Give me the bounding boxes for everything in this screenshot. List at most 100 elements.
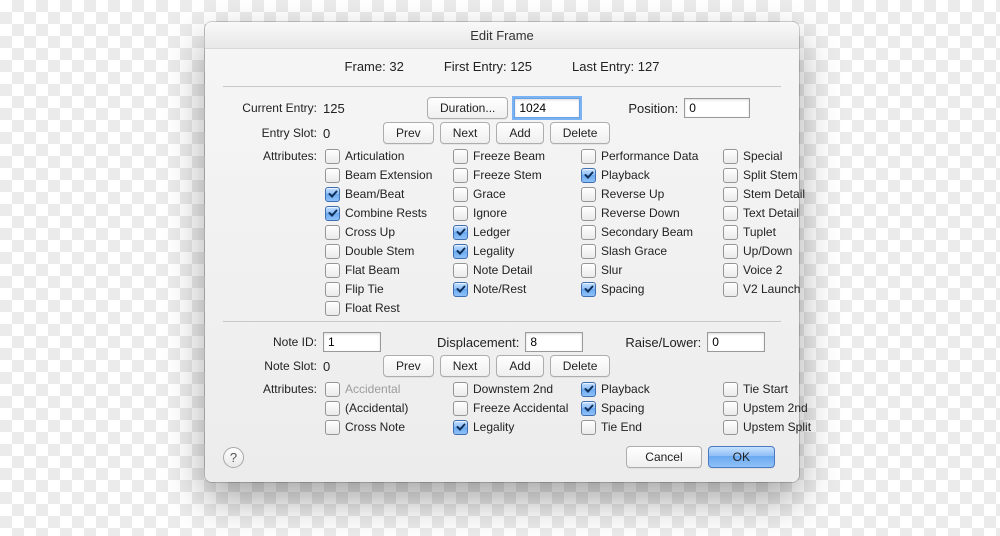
checkbox-label: Slur <box>601 263 622 277</box>
note-delete-button[interactable]: Delete <box>550 355 611 377</box>
checkbox-tie-end[interactable]: Tie End <box>581 418 721 436</box>
checkbox-upstem-split[interactable]: Upstem Split <box>723 418 813 436</box>
entry-add-button[interactable]: Add <box>496 122 543 144</box>
checkbox-upstem-2nd[interactable]: Upstem 2nd <box>723 399 813 417</box>
raise-lower-input[interactable] <box>707 332 765 352</box>
entry-delete-button[interactable]: Delete <box>550 122 611 144</box>
checkbox-label: Legality <box>473 420 514 434</box>
note-prev-button[interactable]: Prev <box>383 355 434 377</box>
checkbox-label: Flat Beam <box>345 263 400 277</box>
checkbox-label: Grace <box>473 187 506 201</box>
checkbox-split-stem[interactable]: Split Stem <box>723 166 813 184</box>
note-add-button[interactable]: Add <box>496 355 543 377</box>
ok-button[interactable]: OK <box>708 446 775 468</box>
checkbox-label: Up/Down <box>743 244 792 258</box>
checkbox-box <box>581 225 596 240</box>
entry-attributes-label: Attributes: <box>223 149 323 163</box>
checkbox-text-detail[interactable]: Text Detail <box>723 204 813 222</box>
checkbox-ignore[interactable]: Ignore <box>453 204 579 222</box>
checkbox-label: Stem Detail <box>743 187 805 201</box>
checkbox-beam-extension[interactable]: Beam Extension <box>325 166 451 184</box>
checkbox-label: Accidental <box>345 382 400 396</box>
cancel-button[interactable]: Cancel <box>626 446 701 468</box>
checkbox-stem-detail[interactable]: Stem Detail <box>723 185 813 203</box>
entry-next-button[interactable]: Next <box>440 122 491 144</box>
note-id-input[interactable] <box>323 332 381 352</box>
checkbox-note-detail[interactable]: Note Detail <box>453 261 579 279</box>
checkbox-box <box>453 206 468 221</box>
checkbox-tie-start[interactable]: Tie Start <box>723 380 813 398</box>
checkbox-box <box>581 168 596 183</box>
note-slot-value: 0 <box>323 359 383 374</box>
checkbox-box <box>723 168 738 183</box>
checkbox-special[interactable]: Special <box>723 147 813 165</box>
duration-button[interactable]: Duration... <box>427 97 508 119</box>
checkbox-slash-grace[interactable]: Slash Grace <box>581 242 721 260</box>
checkbox-label: Special <box>743 149 782 163</box>
checkbox-double-stem[interactable]: Double Stem <box>325 242 451 260</box>
checkbox-label: Upstem Split <box>743 420 811 434</box>
checkbox-box <box>325 225 340 240</box>
checkbox-label: Split Stem <box>743 168 798 182</box>
checkbox-label: Secondary Beam <box>601 225 693 239</box>
checkbox-slur[interactable]: Slur <box>581 261 721 279</box>
entry-prev-button[interactable]: Prev <box>383 122 434 144</box>
checkbox-freeze-stem[interactable]: Freeze Stem <box>453 166 579 184</box>
displacement-input[interactable] <box>525 332 583 352</box>
checkbox-tuplet[interactable]: Tuplet <box>723 223 813 241</box>
checkbox-box <box>723 187 738 202</box>
checkbox-box <box>453 282 468 297</box>
checkbox-legality[interactable]: Legality <box>453 242 579 260</box>
checkbox-accidental: Accidental <box>325 380 451 398</box>
first-entry-value: 125 <box>510 59 532 74</box>
window-title: Edit Frame <box>205 22 799 49</box>
checkbox--accidental-[interactable]: (Accidental) <box>325 399 451 417</box>
checkbox-cross-note[interactable]: Cross Note <box>325 418 451 436</box>
checkbox-legality[interactable]: Legality <box>453 418 579 436</box>
checkbox-playback[interactable]: Playback <box>581 380 721 398</box>
checkbox-label: Performance Data <box>601 149 698 163</box>
checkbox-freeze-beam[interactable]: Freeze Beam <box>453 147 579 165</box>
header-stats: Frame: 32 First Entry: 125 Last Entry: 1… <box>223 57 781 82</box>
checkbox-articulation[interactable]: Articulation <box>325 147 451 165</box>
note-slot-label: Note Slot: <box>223 359 323 373</box>
checkbox-box <box>325 206 340 221</box>
frame-value: 32 <box>389 59 403 74</box>
checkbox-downstem-2nd[interactable]: Downstem 2nd <box>453 380 579 398</box>
checkbox-spacing[interactable]: Spacing <box>581 399 721 417</box>
checkbox-box <box>325 382 340 397</box>
checkbox-reverse-up[interactable]: Reverse Up <box>581 185 721 203</box>
duration-input[interactable] <box>514 98 580 118</box>
help-button[interactable]: ? <box>223 447 244 468</box>
checkbox-box <box>325 401 340 416</box>
checkbox-label: Slash Grace <box>601 244 667 258</box>
checkbox-v2-launch[interactable]: V2 Launch <box>723 280 813 298</box>
checkbox-flat-beam[interactable]: Flat Beam <box>325 261 451 279</box>
checkbox-voice-2[interactable]: Voice 2 <box>723 261 813 279</box>
checkbox-spacing[interactable]: Spacing <box>581 280 721 298</box>
checkbox-combine-rests[interactable]: Combine Rests <box>325 204 451 222</box>
checkbox-freeze-accidental[interactable]: Freeze Accidental <box>453 399 579 417</box>
checkbox-playback[interactable]: Playback <box>581 166 721 184</box>
checkbox-flip-tie[interactable]: Flip Tie <box>325 280 451 298</box>
divider <box>223 321 781 322</box>
checkbox-label: Tie Start <box>743 382 788 396</box>
checkbox-grace[interactable]: Grace <box>453 185 579 203</box>
checkbox-label: Spacing <box>601 401 644 415</box>
checkbox-label: Spacing <box>601 282 644 296</box>
checkbox-label: Text Detail <box>743 206 799 220</box>
checkbox-note-rest[interactable]: Note/Rest <box>453 280 579 298</box>
checkbox-performance-data[interactable]: Performance Data <box>581 147 721 165</box>
checkbox-ledger[interactable]: Ledger <box>453 223 579 241</box>
checkbox-secondary-beam[interactable]: Secondary Beam <box>581 223 721 241</box>
position-input[interactable] <box>684 98 750 118</box>
checkbox-reverse-down[interactable]: Reverse Down <box>581 204 721 222</box>
checkbox-label: Ignore <box>473 206 507 220</box>
checkbox-beam-beat[interactable]: Beam/Beat <box>325 185 451 203</box>
checkbox-box <box>581 282 596 297</box>
checkbox-label: Double Stem <box>345 244 414 258</box>
checkbox-cross-up[interactable]: Cross Up <box>325 223 451 241</box>
checkbox-float-rest[interactable]: Float Rest <box>325 299 451 317</box>
checkbox-up-down[interactable]: Up/Down <box>723 242 813 260</box>
note-next-button[interactable]: Next <box>440 355 491 377</box>
